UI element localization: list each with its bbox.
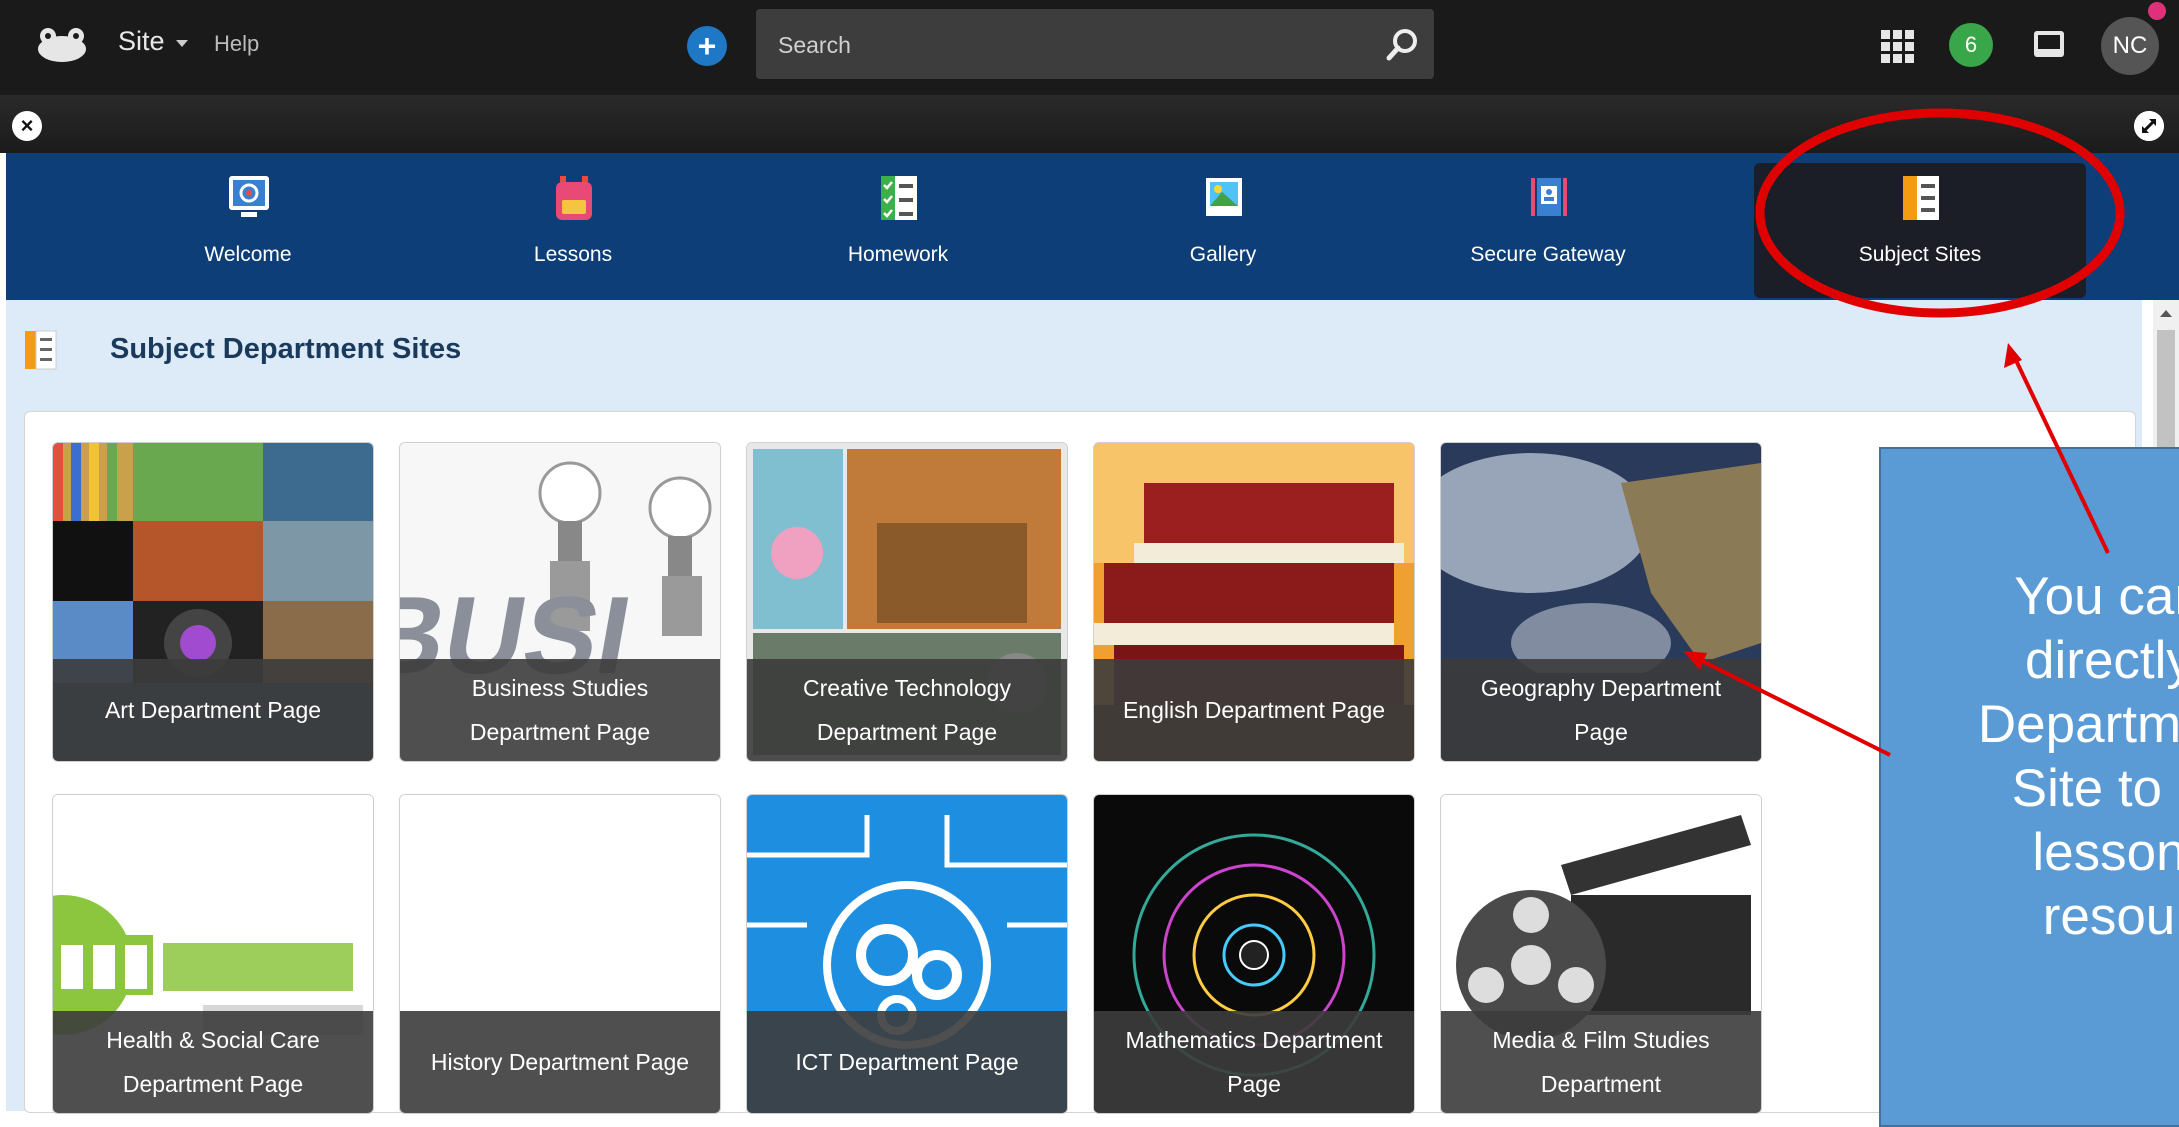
nav-item-homework[interactable]: Homework bbox=[738, 153, 1058, 300]
apps-grid-icon[interactable] bbox=[1880, 29, 1916, 65]
callout-line: You can bbox=[2014, 567, 2179, 626]
subject-sites-icon bbox=[25, 330, 57, 370]
tile-label: Creative Technology Department Page bbox=[803, 675, 1011, 745]
nav-label: Homework bbox=[847, 243, 949, 266]
tile-english[interactable]: English Department Page bbox=[1093, 442, 1415, 762]
tile-caption: ICT Department Page bbox=[747, 1011, 1067, 1113]
tile-label: Health & Social Care Department Page bbox=[106, 1027, 320, 1097]
callout-line: directly bbox=[2025, 631, 2179, 690]
add-button[interactable]: + bbox=[687, 26, 727, 66]
tile-media-film[interactable]: Media & Film Studies Department bbox=[1440, 794, 1762, 1114]
tile-ict[interactable]: ICT Department Page bbox=[746, 794, 1068, 1114]
alert-dot bbox=[2148, 2, 2166, 20]
notification-badge[interactable]: 6 bbox=[1949, 23, 1993, 67]
subject-sites-icon bbox=[1903, 176, 1939, 220]
avatar[interactable]: NC bbox=[2101, 17, 2159, 75]
site-menu[interactable]: Site bbox=[118, 26, 165, 57]
callout-line: resou bbox=[2042, 887, 2176, 946]
frog-logo-icon[interactable] bbox=[34, 25, 90, 65]
tile-caption: Art Department Page bbox=[53, 659, 373, 761]
tile-label: ICT Department Page bbox=[795, 1049, 1019, 1075]
search-input[interactable] bbox=[776, 27, 1340, 63]
tile-art[interactable]: Art Department Page bbox=[52, 442, 374, 762]
tile-label: Art Department Page bbox=[104, 697, 322, 723]
nav-label: Lessons bbox=[533, 243, 613, 266]
callout-line: Site to a bbox=[2011, 759, 2179, 818]
nav-item-subject-sites[interactable]: Subject Sites bbox=[1754, 163, 2086, 298]
close-icon[interactable]: × bbox=[12, 111, 42, 141]
tile-mathematics[interactable]: Mathematics Department Page bbox=[1093, 794, 1415, 1114]
site-navigation: Welcome Lessons Homework Gallery Secure … bbox=[6, 153, 2179, 300]
nav-item-secure-gateway[interactable]: Secure Gateway bbox=[1388, 153, 1708, 300]
tile-label: Business Studies Department Page bbox=[469, 675, 651, 745]
tile-caption: History Department Page bbox=[400, 1011, 720, 1113]
tile-history[interactable]: History Department Page bbox=[399, 794, 721, 1114]
site-sub-bar bbox=[0, 95, 2179, 153]
nav-label: Welcome bbox=[204, 243, 292, 266]
tile-caption: Geography Department Page bbox=[1441, 659, 1761, 761]
tile-label: Media & Film Studies Department bbox=[1492, 1027, 1710, 1097]
welcome-icon bbox=[229, 176, 269, 217]
tile-caption: Creative Technology Department Page bbox=[747, 659, 1067, 761]
nav-item-welcome[interactable]: Welcome bbox=[88, 153, 408, 300]
homework-icon bbox=[881, 176, 917, 220]
callout-text: You can directly Departmen Site to a les… bbox=[1879, 565, 2179, 949]
secure-gateway-icon bbox=[1531, 178, 1567, 216]
tile-caption: Business Studies Department Page bbox=[400, 659, 720, 761]
tile-geography[interactable]: Geography Department Page bbox=[1440, 442, 1762, 762]
nav-label: Secure Gateway bbox=[1470, 243, 1626, 266]
scroll-up-icon[interactable] bbox=[2160, 310, 2172, 317]
tile-label: Mathematics Department Page bbox=[1125, 1027, 1383, 1097]
expand-icon[interactable] bbox=[2134, 111, 2164, 141]
chevron-down-icon[interactable] bbox=[176, 40, 188, 47]
search-icon[interactable] bbox=[1382, 27, 1422, 63]
tile-caption: Health & Social Care Department Page bbox=[53, 1011, 373, 1113]
callout-line: lesson bbox=[2032, 823, 2179, 882]
tile-health-social-care[interactable]: Health & Social Care Department Page bbox=[52, 794, 374, 1114]
gallery-icon bbox=[1206, 178, 1242, 216]
inbox-icon[interactable] bbox=[2032, 28, 2066, 62]
nav-label: Gallery bbox=[1189, 243, 1257, 266]
page-title: Subject Department Sites bbox=[110, 333, 462, 365]
tile-caption: English Department Page bbox=[1094, 659, 1414, 761]
tile-caption: Media & Film Studies Department bbox=[1441, 1011, 1761, 1113]
lessons-icon bbox=[556, 176, 592, 220]
nav-label: Subject Sites bbox=[1858, 243, 1982, 266]
tile-business-studies[interactable]: BUSI Business Studies Department Page bbox=[399, 442, 721, 762]
tile-label: Geography Department Page bbox=[1480, 675, 1722, 745]
scrollbar-thumb[interactable] bbox=[2157, 330, 2175, 450]
tile-creative-technology[interactable]: Creative Technology Department Page bbox=[746, 442, 1068, 762]
callout-line: Departmen bbox=[1977, 695, 2179, 754]
help-link[interactable]: Help bbox=[214, 31, 259, 57]
tile-label: History Department Page bbox=[430, 1049, 690, 1075]
nav-item-gallery[interactable]: Gallery bbox=[1063, 153, 1383, 300]
search-bar bbox=[756, 9, 1434, 79]
nav-item-lessons[interactable]: Lessons bbox=[413, 153, 733, 300]
tile-caption: Mathematics Department Page bbox=[1094, 1011, 1414, 1113]
tile-label: English Department Page bbox=[1122, 697, 1386, 723]
